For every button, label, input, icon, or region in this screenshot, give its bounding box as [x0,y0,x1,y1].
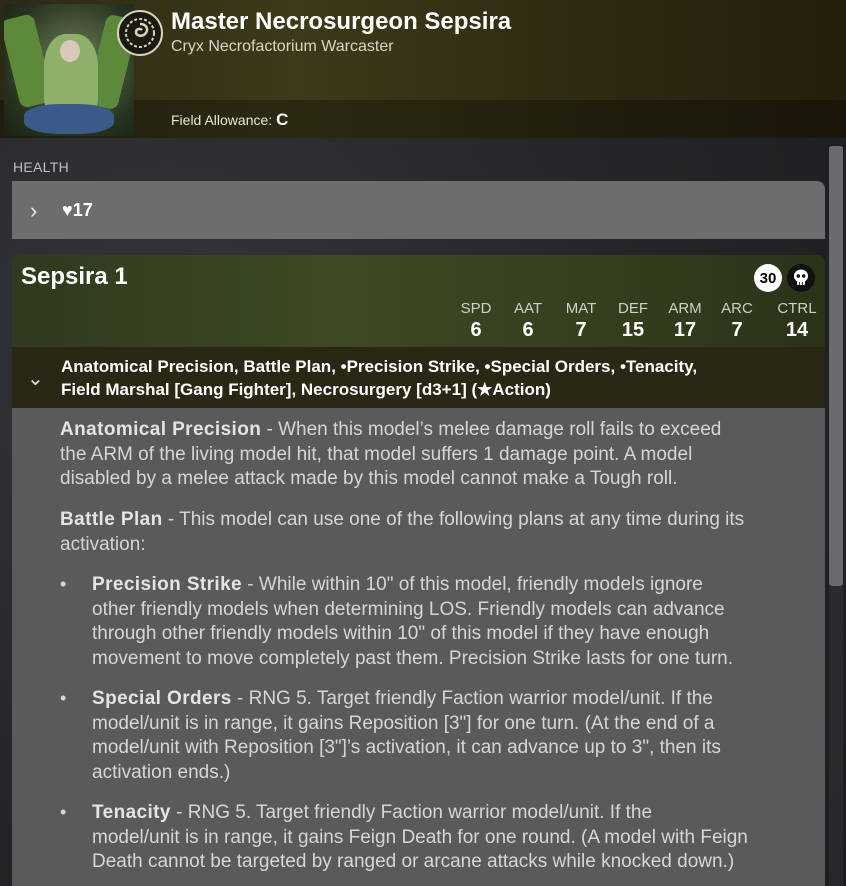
ability-text: model/unit is in range, it gains Feign D… [92,826,748,848]
stat-value: 17 [673,319,697,341]
stat-label: SPD [460,300,492,317]
ability-battle-plan: Battle Plan - This model can use one of … [60,508,820,557]
ability-text: - RNG 5. Target friendly Faction warrior… [170,802,653,823]
ability-name: Anatomical Precision [60,419,262,440]
chevron-down-icon[interactable]: ⌄ [27,366,44,391]
field-allowance: Field Allowance: C [171,110,288,130]
abilities-summary-line: Field Marshal [Gang Fighter], Necrosurge… [61,380,551,399]
ability-special-orders: Special Orders - RNG 5. Target friendly … [92,687,820,785]
stat-label: CTRL [777,300,817,317]
field-allowance-value: C [276,110,289,129]
ability-text: the ARM of the living model hit, that mo… [60,443,693,465]
health-value: ♥17 [62,200,93,221]
stat-label: ARC [721,300,753,317]
heart-icon: ♥ [62,200,73,220]
portrait-head [60,40,80,62]
ability-name: Tenacity [92,802,171,823]
stat-value: 15 [621,319,645,341]
stat-mat: MAT 7 [563,300,599,342]
card-name: Sepsira 1 [21,263,128,290]
stat-label: DEF [618,300,648,317]
stat-aat: AAT 6 [511,300,545,342]
field-allowance-label: Field Allowance: [171,112,273,128]
ability-name: Special Orders [92,688,232,709]
stat-value: 7 [575,319,587,341]
ability-text: model/unit with Reposition [3"]’s activa… [92,737,721,758]
stat-label: AAT [513,300,543,317]
stat-value: 7 [731,319,743,341]
model-subtitle: Cryx Necrofactorium Warcaster [171,38,394,55]
scrollbar-thumb[interactable] [829,146,843,586]
abilities-summary: Anatomical Precision, Battle Plan, •Prec… [61,355,801,401]
health-bar[interactable] [12,181,825,239]
chevron-right-icon[interactable]: › [30,198,37,224]
bullet-icon: • [60,688,67,708]
model-portrait [4,4,134,136]
stat-value: 14 [785,319,809,341]
stat-value: 6 [522,319,534,341]
abilities-summary-line: Anatomical Precision, Battle Plan, •Prec… [61,357,698,376]
bullet-icon: • [60,574,67,594]
stat-card-header [12,255,825,347]
bullet-icon: • [60,802,67,822]
stat-value: 6 [470,319,482,341]
portrait-base [24,104,114,134]
ability-text: - This model can use one of the followin… [162,509,745,530]
stat-label: MAT [565,300,597,317]
ability-anatomical-precision: Anatomical Precision - When this model’s… [60,418,820,492]
ability-text: movement to move completely past them. P… [92,647,733,669]
ability-text: model/unit is in range, it gains Reposit… [92,712,715,734]
points-badge: 30 [754,264,782,292]
stat-spd: SPD 6 [459,300,493,342]
ability-name: Precision Strike [92,574,243,595]
health-section-label: HEALTH [13,159,69,175]
health-value-text: 17 [72,200,93,220]
ability-text: other friendly models when determining L… [92,598,725,620]
ability-text: Death cannot be targeted by ranged or ar… [92,851,735,872]
model-title: Master Necrosurgeon Sepsira [171,8,512,35]
stat-arm: ARM 17 [667,300,703,342]
ability-text: - While within 10" of this model, friend… [242,574,703,595]
ability-name: Battle Plan [60,509,163,530]
stat-ctrl: CTRL 14 [776,300,818,342]
stat-def: DEF 15 [616,300,650,342]
stat-label: ARM [668,300,702,317]
cryx-faction-icon [117,10,163,56]
ability-precision-strike: Precision Strike - While within 10" of t… [92,573,820,671]
ability-text: activation: [60,533,146,555]
stat-arc: ARC 7 [720,300,754,342]
ability-tenacity: Tenacity - RNG 5. Target friendly Factio… [92,801,820,875]
ability-text: - When this model’s melee damage roll fa… [261,419,722,440]
ability-text: disabled by a melee attack made by this … [60,468,678,489]
ability-text: - RNG 5. Target friendly Faction warrior… [231,688,713,709]
ability-text: activation ends.) [92,761,231,783]
skull-icon [787,264,815,292]
ability-text: through other friendly models within 10"… [92,623,710,644]
